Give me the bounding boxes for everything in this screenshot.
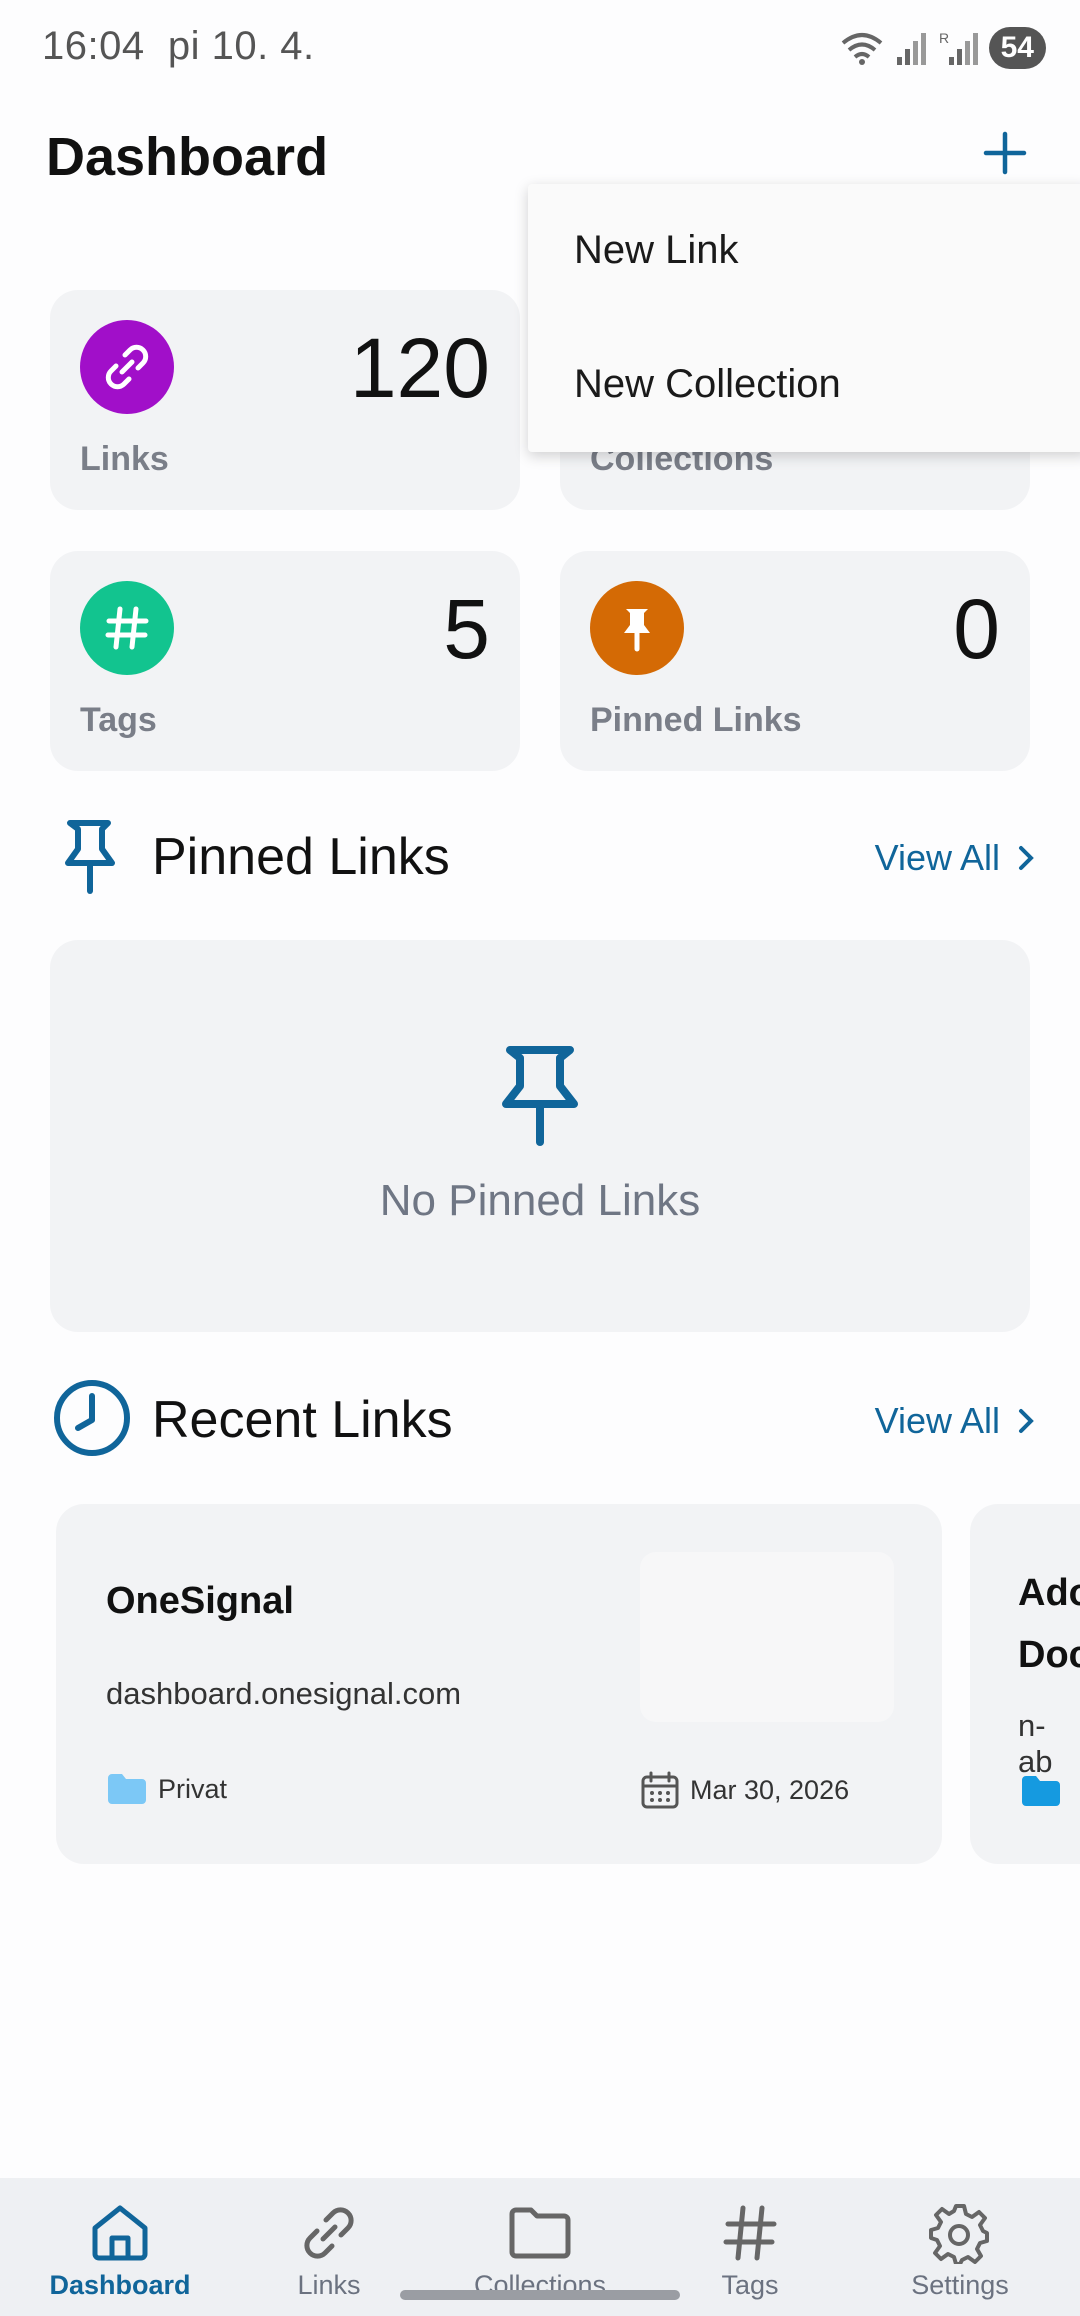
pinned-section-header: Pinned Links View All <box>56 815 1036 895</box>
add-menu: New Link New Collection <box>528 184 1080 452</box>
calendar-icon <box>641 1771 679 1809</box>
status-icons: R 54 <box>839 26 1046 70</box>
recent-view-all-link[interactable]: View All <box>875 1400 1036 1442</box>
nav-label: Settings <box>911 2270 1009 2300</box>
home-icon <box>85 2198 155 2268</box>
recent-section-title: Recent Links <box>152 1391 453 1449</box>
link-url: n-ab <box>1018 1708 1053 1779</box>
link-date: Mar 30, 2026 <box>640 1770 849 1810</box>
status-time: 16:04 pi 10. 4. <box>42 24 315 68</box>
pinned-empty-state: No Pinned Links <box>50 940 1030 1332</box>
pinned-view-all-link[interactable]: View All <box>875 837 1036 879</box>
link-url: dashboard.onesignal.com <box>106 1676 462 1711</box>
add-button[interactable] <box>972 120 1038 186</box>
nav-item-dashboard[interactable]: Dashboard <box>12 2178 228 2316</box>
tags-label: Tags <box>80 701 157 739</box>
status-bar: 16:04 pi 10. 4. R 54 <box>0 0 1080 100</box>
link-thumbnail <box>640 1552 894 1722</box>
plus-icon <box>983 131 1027 175</box>
gear-icon <box>925 2198 995 2268</box>
pin-icon <box>65 820 115 894</box>
chevron-right-icon <box>1019 846 1034 870</box>
signal-icon <box>896 33 926 65</box>
chevron-right-icon <box>1019 1409 1034 1433</box>
home-indicator[interactable] <box>400 2290 680 2300</box>
link-icon <box>80 320 174 414</box>
pinned-count: 0 <box>953 582 1000 676</box>
links-label: Links <box>80 440 169 478</box>
clock-icon <box>54 1380 130 1456</box>
page-title: Dashboard <box>46 127 329 187</box>
nav-label: Dashboard <box>49 2270 191 2300</box>
link-title: OneSignal <box>106 1580 294 1622</box>
battery-indicator: 54 <box>988 27 1046 69</box>
wifi-icon <box>841 33 882 65</box>
signal-roaming-icon: R <box>939 30 978 65</box>
stat-card-tags[interactable]: 5 Tags <box>50 551 520 771</box>
pin-icon <box>502 1046 578 1146</box>
folder-icon <box>1022 1776 1060 1806</box>
svg-text:R: R <box>939 30 949 46</box>
link-title: Ado Doc <box>1018 1572 1080 1676</box>
pinned-label: Pinned Links <box>590 701 802 739</box>
links-count: 120 <box>349 321 490 415</box>
nav-item-settings[interactable]: Settings <box>852 2178 1068 2316</box>
pin-icon <box>590 581 684 675</box>
pinned-section-title: Pinned Links <box>152 828 450 886</box>
recent-link-card[interactable]: Ado Doc n-ab <box>970 1504 1080 1864</box>
recent-link-card[interactable]: OneSignal dashboard.onesignal.com Privat… <box>56 1504 942 1864</box>
link-icon <box>294 2198 364 2268</box>
menu-item-new-collection[interactable]: New Collection <box>574 362 841 407</box>
empty-state-text: No Pinned Links <box>379 1176 701 1225</box>
tags-count: 5 <box>443 582 490 676</box>
hashtag-icon <box>80 581 174 675</box>
folder-icon <box>108 1774 146 1804</box>
stat-card-pinned[interactable]: 0 Pinned Links <box>560 551 1030 771</box>
link-collection: Privat <box>106 1772 227 1806</box>
hashtag-icon <box>715 2198 785 2268</box>
recent-section-header: Recent Links View All <box>52 1378 1036 1458</box>
stat-card-links[interactable]: 120 Links <box>50 290 520 510</box>
menu-item-new-link[interactable]: New Link <box>574 228 739 273</box>
folder-icon <box>505 2198 575 2268</box>
